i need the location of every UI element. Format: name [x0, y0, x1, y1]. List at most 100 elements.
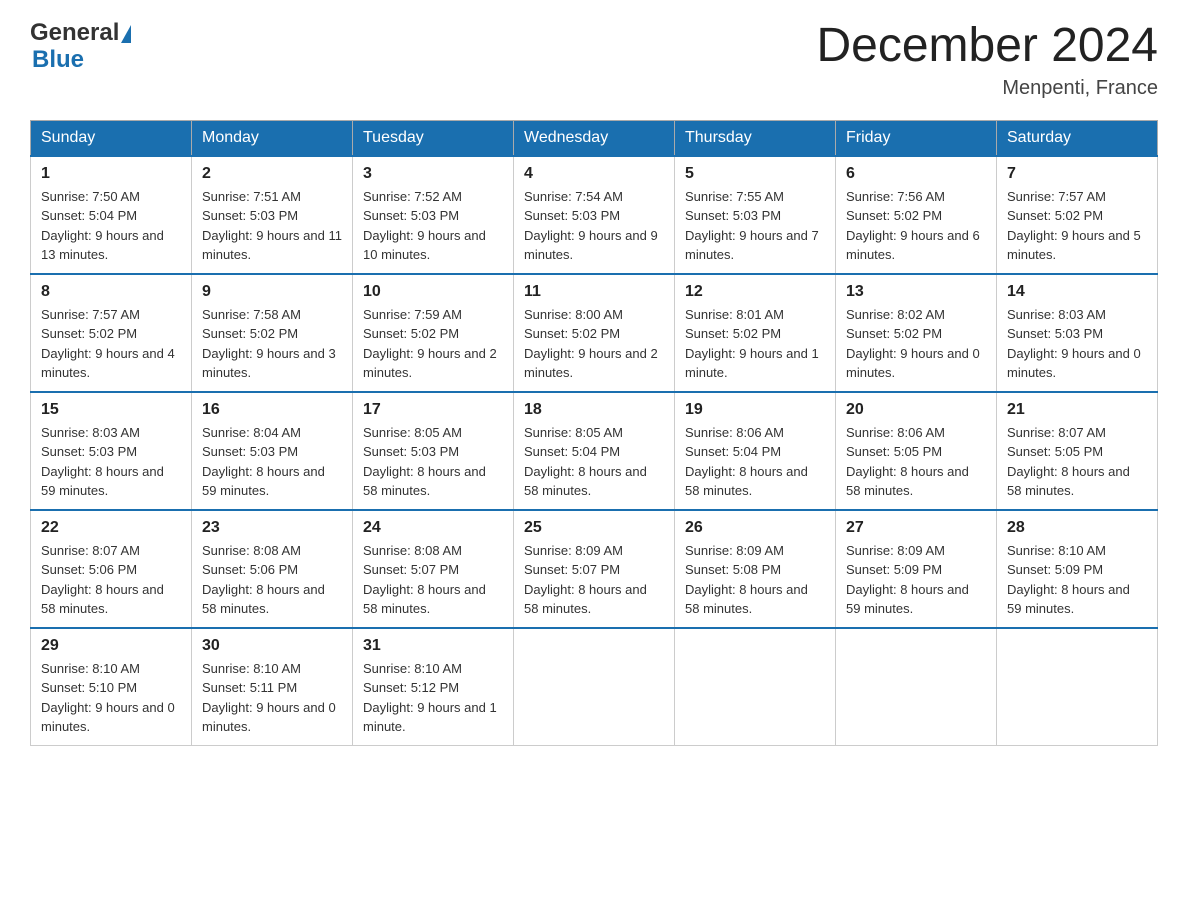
table-row: 25 Sunrise: 8:09 AM Sunset: 5:07 PM Dayl… — [514, 510, 675, 628]
day-number: 29 — [41, 637, 181, 655]
day-info: Sunrise: 8:06 AM Sunset: 5:05 PM Dayligh… — [846, 423, 986, 501]
table-row: 31 Sunrise: 8:10 AM Sunset: 5:12 PM Dayl… — [353, 628, 514, 746]
table-row — [514, 628, 675, 746]
day-number: 15 — [41, 401, 181, 419]
col-friday: Friday — [836, 120, 997, 156]
col-saturday: Saturday — [997, 120, 1158, 156]
day-info: Sunrise: 7:56 AM Sunset: 5:02 PM Dayligh… — [846, 187, 986, 265]
table-row: 8 Sunrise: 7:57 AM Sunset: 5:02 PM Dayli… — [31, 274, 192, 392]
week-row-3: 15 Sunrise: 8:03 AM Sunset: 5:03 PM Dayl… — [31, 392, 1158, 510]
day-info: Sunrise: 7:57 AM Sunset: 5:02 PM Dayligh… — [41, 305, 181, 383]
day-info: Sunrise: 7:50 AM Sunset: 5:04 PM Dayligh… — [41, 187, 181, 265]
day-info: Sunrise: 8:10 AM Sunset: 5:09 PM Dayligh… — [1007, 541, 1147, 619]
day-info: Sunrise: 8:09 AM Sunset: 5:09 PM Dayligh… — [846, 541, 986, 619]
table-row: 12 Sunrise: 8:01 AM Sunset: 5:02 PM Dayl… — [675, 274, 836, 392]
day-info: Sunrise: 8:00 AM Sunset: 5:02 PM Dayligh… — [524, 305, 664, 383]
day-number: 19 — [685, 401, 825, 419]
table-row: 22 Sunrise: 8:07 AM Sunset: 5:06 PM Dayl… — [31, 510, 192, 628]
table-row: 15 Sunrise: 8:03 AM Sunset: 5:03 PM Dayl… — [31, 392, 192, 510]
day-number: 9 — [202, 283, 342, 301]
table-row: 19 Sunrise: 8:06 AM Sunset: 5:04 PM Dayl… — [675, 392, 836, 510]
table-row: 13 Sunrise: 8:02 AM Sunset: 5:02 PM Dayl… — [836, 274, 997, 392]
day-number: 26 — [685, 519, 825, 537]
day-number: 20 — [846, 401, 986, 419]
day-number: 18 — [524, 401, 664, 419]
calendar-header-row: Sunday Monday Tuesday Wednesday Thursday… — [31, 120, 1158, 156]
table-row: 17 Sunrise: 8:05 AM Sunset: 5:03 PM Dayl… — [353, 392, 514, 510]
day-number: 23 — [202, 519, 342, 537]
day-info: Sunrise: 8:02 AM Sunset: 5:02 PM Dayligh… — [846, 305, 986, 383]
day-number: 5 — [685, 165, 825, 183]
week-row-2: 8 Sunrise: 7:57 AM Sunset: 5:02 PM Dayli… — [31, 274, 1158, 392]
logo-general: General — [30, 19, 119, 46]
col-sunday: Sunday — [31, 120, 192, 156]
day-number: 17 — [363, 401, 503, 419]
page-header: General Blue December 2024 Menpenti, Fra… — [30, 20, 1158, 100]
table-row: 4 Sunrise: 7:54 AM Sunset: 5:03 PM Dayli… — [514, 156, 675, 274]
day-info: Sunrise: 8:03 AM Sunset: 5:03 PM Dayligh… — [41, 423, 181, 501]
day-info: Sunrise: 8:01 AM Sunset: 5:02 PM Dayligh… — [685, 305, 825, 383]
table-row: 14 Sunrise: 8:03 AM Sunset: 5:03 PM Dayl… — [997, 274, 1158, 392]
day-info: Sunrise: 7:54 AM Sunset: 5:03 PM Dayligh… — [524, 187, 664, 265]
day-number: 1 — [41, 165, 181, 183]
week-row-5: 29 Sunrise: 8:10 AM Sunset: 5:10 PM Dayl… — [31, 628, 1158, 746]
table-row: 27 Sunrise: 8:09 AM Sunset: 5:09 PM Dayl… — [836, 510, 997, 628]
col-tuesday: Tuesday — [353, 120, 514, 156]
day-info: Sunrise: 8:09 AM Sunset: 5:07 PM Dayligh… — [524, 541, 664, 619]
logo: General Blue — [30, 20, 131, 73]
week-row-1: 1 Sunrise: 7:50 AM Sunset: 5:04 PM Dayli… — [31, 156, 1158, 274]
day-number: 22 — [41, 519, 181, 537]
day-number: 2 — [202, 165, 342, 183]
calendar-table: Sunday Monday Tuesday Wednesday Thursday… — [30, 120, 1158, 746]
title-block: December 2024 Menpenti, France — [816, 20, 1158, 100]
day-info: Sunrise: 7:59 AM Sunset: 5:02 PM Dayligh… — [363, 305, 503, 383]
location: Menpenti, France — [816, 77, 1158, 100]
table-row: 9 Sunrise: 7:58 AM Sunset: 5:02 PM Dayli… — [192, 274, 353, 392]
day-info: Sunrise: 8:10 AM Sunset: 5:10 PM Dayligh… — [41, 659, 181, 737]
day-number: 14 — [1007, 283, 1147, 301]
table-row: 23 Sunrise: 8:08 AM Sunset: 5:06 PM Dayl… — [192, 510, 353, 628]
day-info: Sunrise: 8:06 AM Sunset: 5:04 PM Dayligh… — [685, 423, 825, 501]
col-monday: Monday — [192, 120, 353, 156]
day-number: 4 — [524, 165, 664, 183]
day-info: Sunrise: 7:57 AM Sunset: 5:02 PM Dayligh… — [1007, 187, 1147, 265]
day-info: Sunrise: 8:07 AM Sunset: 5:06 PM Dayligh… — [41, 541, 181, 619]
table-row: 21 Sunrise: 8:07 AM Sunset: 5:05 PM Dayl… — [997, 392, 1158, 510]
table-row: 5 Sunrise: 7:55 AM Sunset: 5:03 PM Dayli… — [675, 156, 836, 274]
day-number: 10 — [363, 283, 503, 301]
col-thursday: Thursday — [675, 120, 836, 156]
table-row: 1 Sunrise: 7:50 AM Sunset: 5:04 PM Dayli… — [31, 156, 192, 274]
day-number: 13 — [846, 283, 986, 301]
table-row: 24 Sunrise: 8:08 AM Sunset: 5:07 PM Dayl… — [353, 510, 514, 628]
day-info: Sunrise: 8:10 AM Sunset: 5:11 PM Dayligh… — [202, 659, 342, 737]
day-info: Sunrise: 7:51 AM Sunset: 5:03 PM Dayligh… — [202, 187, 342, 265]
day-number: 24 — [363, 519, 503, 537]
day-number: 27 — [846, 519, 986, 537]
day-info: Sunrise: 8:08 AM Sunset: 5:07 PM Dayligh… — [363, 541, 503, 619]
day-number: 7 — [1007, 165, 1147, 183]
col-wednesday: Wednesday — [514, 120, 675, 156]
table-row: 20 Sunrise: 8:06 AM Sunset: 5:05 PM Dayl… — [836, 392, 997, 510]
table-row: 28 Sunrise: 8:10 AM Sunset: 5:09 PM Dayl… — [997, 510, 1158, 628]
day-info: Sunrise: 8:09 AM Sunset: 5:08 PM Dayligh… — [685, 541, 825, 619]
day-info: Sunrise: 8:05 AM Sunset: 5:03 PM Dayligh… — [363, 423, 503, 501]
day-info: Sunrise: 7:55 AM Sunset: 5:03 PM Dayligh… — [685, 187, 825, 265]
table-row — [997, 628, 1158, 746]
day-info: Sunrise: 8:10 AM Sunset: 5:12 PM Dayligh… — [363, 659, 503, 737]
day-number: 11 — [524, 283, 664, 301]
logo-blue: Blue — [32, 46, 84, 73]
table-row: 11 Sunrise: 8:00 AM Sunset: 5:02 PM Dayl… — [514, 274, 675, 392]
day-number: 21 — [1007, 401, 1147, 419]
table-row — [836, 628, 997, 746]
day-info: Sunrise: 7:58 AM Sunset: 5:02 PM Dayligh… — [202, 305, 342, 383]
day-info: Sunrise: 8:05 AM Sunset: 5:04 PM Dayligh… — [524, 423, 664, 501]
table-row: 30 Sunrise: 8:10 AM Sunset: 5:11 PM Dayl… — [192, 628, 353, 746]
day-number: 28 — [1007, 519, 1147, 537]
day-number: 25 — [524, 519, 664, 537]
day-number: 6 — [846, 165, 986, 183]
table-row: 2 Sunrise: 7:51 AM Sunset: 5:03 PM Dayli… — [192, 156, 353, 274]
table-row: 7 Sunrise: 7:57 AM Sunset: 5:02 PM Dayli… — [997, 156, 1158, 274]
month-title: December 2024 — [816, 20, 1158, 73]
table-row: 29 Sunrise: 8:10 AM Sunset: 5:10 PM Dayl… — [31, 628, 192, 746]
day-number: 12 — [685, 283, 825, 301]
